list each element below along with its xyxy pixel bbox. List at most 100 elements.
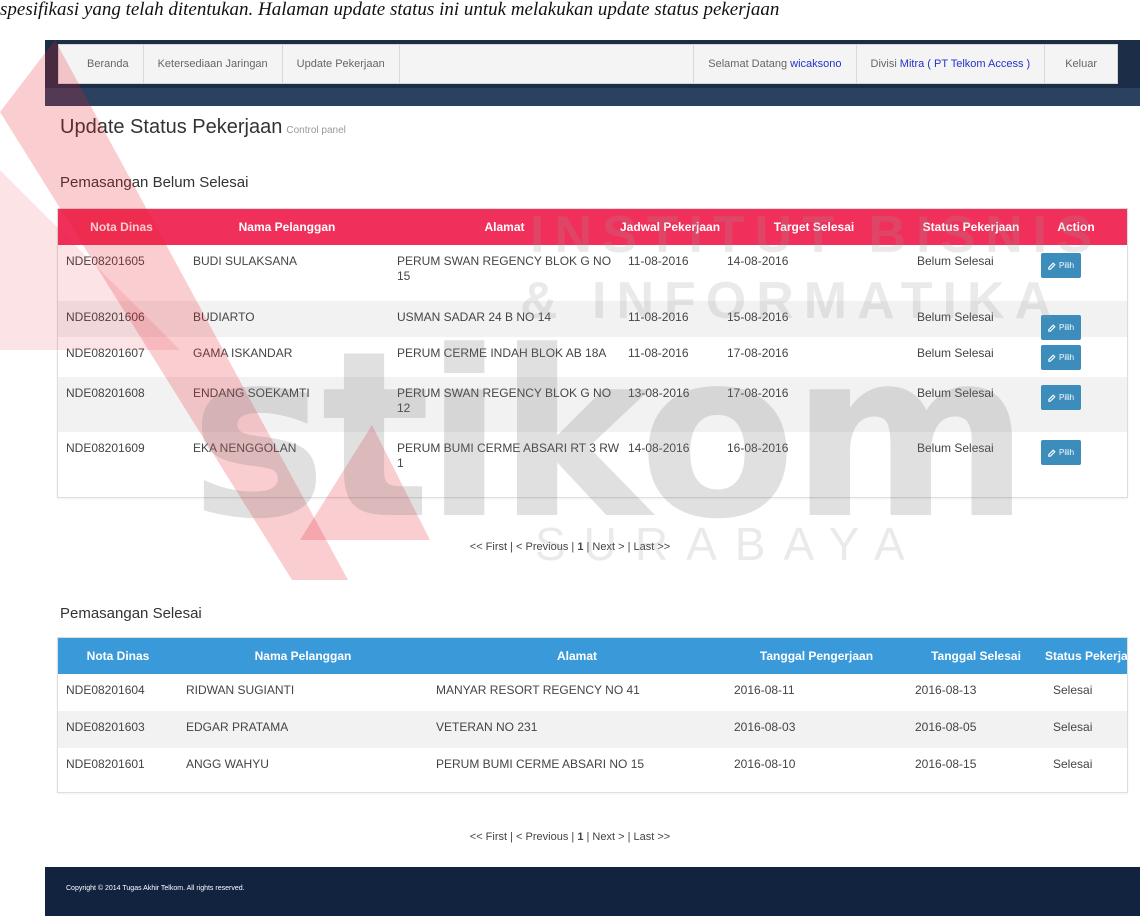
pager-last[interactable]: Last >> xyxy=(634,831,671,843)
username: wicaksono xyxy=(790,58,842,70)
document-text-line: spesifikasi yang telah ditentukan. Halam… xyxy=(0,0,780,20)
action-cell: Pilih xyxy=(1033,245,1119,301)
done-cell-nama: RIDWAN SUGIANTI xyxy=(186,683,295,697)
nav-update-job[interactable]: Update Pekerjaan xyxy=(283,45,400,83)
done-cell-status: Selesai xyxy=(1053,683,1093,697)
division-label: Divisi xyxy=(870,58,897,70)
pending-cell-nota: NDE08201607 xyxy=(66,346,145,360)
action-cell: Pilih xyxy=(1033,337,1119,377)
pilih-button[interactable]: Pilih xyxy=(1041,440,1082,465)
done-cell-alamat: MANYAR RESORT REGENCY NO 41 xyxy=(436,683,640,697)
done-cell-nota: NDE08201601 xyxy=(66,757,145,771)
done-cell-nota: NDE08201604 xyxy=(66,683,145,697)
pending-cell-target: 17-08-2016 xyxy=(727,346,789,360)
pager-last[interactable]: Last >> xyxy=(634,541,671,553)
pending-cell-nama: BUDIARTO xyxy=(193,310,255,324)
pilih-label: Pilih xyxy=(1059,353,1075,362)
pilih-button[interactable]: Pilih xyxy=(1041,345,1082,370)
pager-first[interactable]: << First xyxy=(470,541,507,553)
pending-cell-target: 17-08-2016 xyxy=(727,386,789,400)
done-col-header: Alamat xyxy=(556,649,597,663)
done-cell-tgl_kerja: 2016-08-10 xyxy=(734,757,796,771)
pending-cell-jadwal: 11-08-2016 xyxy=(628,254,689,268)
pager-current[interactable]: 1 xyxy=(577,541,583,553)
welcome-info: Selamat Datang wicaksono xyxy=(694,45,857,83)
done-cell-status: Selesai xyxy=(1053,757,1093,771)
done-col-header: Status Pekerjaan xyxy=(1045,649,1128,663)
pending-col-header: Nama Pelanggan xyxy=(238,220,336,234)
pager-previous[interactable]: < Previous xyxy=(516,541,568,553)
pending-col-header: Jadwal Pekerjaan xyxy=(620,220,721,234)
footer: Copyright © 2014 Tugas Akhir Telkom. All… xyxy=(45,867,1140,916)
pending-table: Nota Dinas Nama Pelanggan Alamat Jadwal Pek… xyxy=(57,208,1128,498)
pending-cell-nota: NDE08201609 xyxy=(66,441,145,455)
pending-section-title: Pemasangan Belum Selesai xyxy=(60,174,249,191)
nav-home[interactable]: Beranda xyxy=(59,45,144,83)
action-cell: Pilih xyxy=(1033,377,1119,432)
pending-cell-alamat: PERUM SWAN REGENCY BLOK G NO 12 xyxy=(397,386,612,415)
done-cell-nama: ANGG WAHYU xyxy=(186,757,269,771)
pager-first[interactable]: << First xyxy=(470,831,507,843)
pending-cell-target: 16-08-2016 xyxy=(727,441,789,455)
pending-col-header: Status Pekerjaan xyxy=(922,220,1020,234)
pending-cell-nama: GAMA ISKANDAR xyxy=(193,346,293,360)
pending-cell-status: Belum Selesai xyxy=(917,346,994,360)
top-navbar: Beranda Ketersediaan Jaringan Update Pek… xyxy=(58,44,1118,84)
done-row: NDE08201603 EDGAR PRATAMA VETERAN NO 231 20… xyxy=(58,711,1127,748)
pager-sep: | xyxy=(571,831,575,843)
edit-icon xyxy=(1048,448,1056,457)
done-table-body: NDE08201604 RIDWAN SUGIANTI MANYAR RESORT … xyxy=(58,674,1127,785)
done-table: Nota Dinas Nama Pelanggan Alamat Tanggal Pe… xyxy=(57,637,1128,793)
done-cell-nota: NDE08201603 xyxy=(66,720,145,734)
pending-cell-jadwal: 14-08-2016 xyxy=(628,441,690,455)
pilih-label: Pilih xyxy=(1059,448,1075,457)
edit-icon xyxy=(1048,323,1056,332)
done-cell-alamat: VETERAN NO 231 xyxy=(436,720,538,734)
done-pagination: << First | < Previous | 1 | Next > | Las… xyxy=(0,831,1140,843)
division-info: Divisi Mitra ( PT Telkom Access ) xyxy=(857,45,1046,83)
pending-pagination: << First | < Previous | 1 | Next > | Las… xyxy=(0,541,1140,553)
action-cell: Pilih xyxy=(1033,432,1119,487)
edit-icon xyxy=(1048,393,1056,402)
done-cell-tgl_selesai: 2016-08-05 xyxy=(915,720,977,734)
pager-next[interactable]: Next > xyxy=(592,831,624,843)
pending-col-header: Action xyxy=(1057,220,1095,234)
pager-next[interactable]: Next > xyxy=(592,541,624,553)
pager-sep: | xyxy=(586,541,590,553)
welcome-label: Selamat Datang xyxy=(708,58,788,70)
done-col-header: Tanggal Pengerjaan xyxy=(759,649,874,663)
page-title: Update Status Pekerjaan Control panel xyxy=(60,116,346,139)
done-cell-tgl_kerja: 2016-08-03 xyxy=(734,720,796,734)
division-value: Mitra ( PT Telkom Access ) xyxy=(899,58,1031,70)
pager-sep: | xyxy=(510,541,513,553)
pilih-label: Pilih xyxy=(1059,261,1075,270)
pager-sep: | xyxy=(627,541,631,553)
pending-cell-nama: ENDANG SOEKAMTI xyxy=(193,386,310,400)
pending-cell-nota: NDE08201608 xyxy=(66,386,145,400)
pilih-label: Pilih xyxy=(1059,323,1075,332)
nav-network-availability[interactable]: Ketersediaan Jaringan xyxy=(144,45,283,83)
logout-link[interactable]: Keluar xyxy=(1045,45,1117,83)
done-col-header: Nama Pelanggan xyxy=(254,649,352,663)
done-row: NDE08201601 ANGG WAHYU PERUM BUMI CERME AB… xyxy=(58,748,1127,785)
action-cell: Pilih xyxy=(1033,301,1119,340)
pager-previous[interactable]: < Previous xyxy=(516,831,568,843)
pilih-button[interactable]: Pilih xyxy=(1041,253,1082,278)
pending-cell-nota: NDE08201605 xyxy=(66,254,145,268)
pending-table-body: NDE08201605 BUDI SULAKSANA PERUM SWAN REGE… xyxy=(58,245,1127,487)
pager-sep: | xyxy=(571,541,575,553)
pending-row: NDE08201609 EKA NENGGOLAN PERUM BUMI CERME… xyxy=(58,432,1127,487)
pending-cell-alamat: PERUM CERME INDAH BLOK AB 18A xyxy=(397,346,607,360)
pager-sep: | xyxy=(586,831,590,843)
edit-icon xyxy=(1048,353,1056,362)
done-col-header: Nota Dinas xyxy=(86,649,150,663)
page-title-text: Update Status Pekerjaan xyxy=(60,116,283,138)
pilih-button[interactable]: Pilih xyxy=(1041,385,1082,410)
pager-sep: | xyxy=(627,831,631,843)
pending-col-header: Alamat xyxy=(484,220,525,234)
pager-current[interactable]: 1 xyxy=(577,831,583,843)
pending-row: NDE08201608 ENDANG SOEKAMTI PERUM SWAN REG… xyxy=(58,377,1127,432)
done-cell-tgl_kerja: 2016-08-11 xyxy=(734,683,795,697)
pending-cell-target: 14-08-2016 xyxy=(727,254,789,268)
pending-cell-alamat: PERUM SWAN REGENCY BLOK G NO 15 xyxy=(397,254,612,283)
